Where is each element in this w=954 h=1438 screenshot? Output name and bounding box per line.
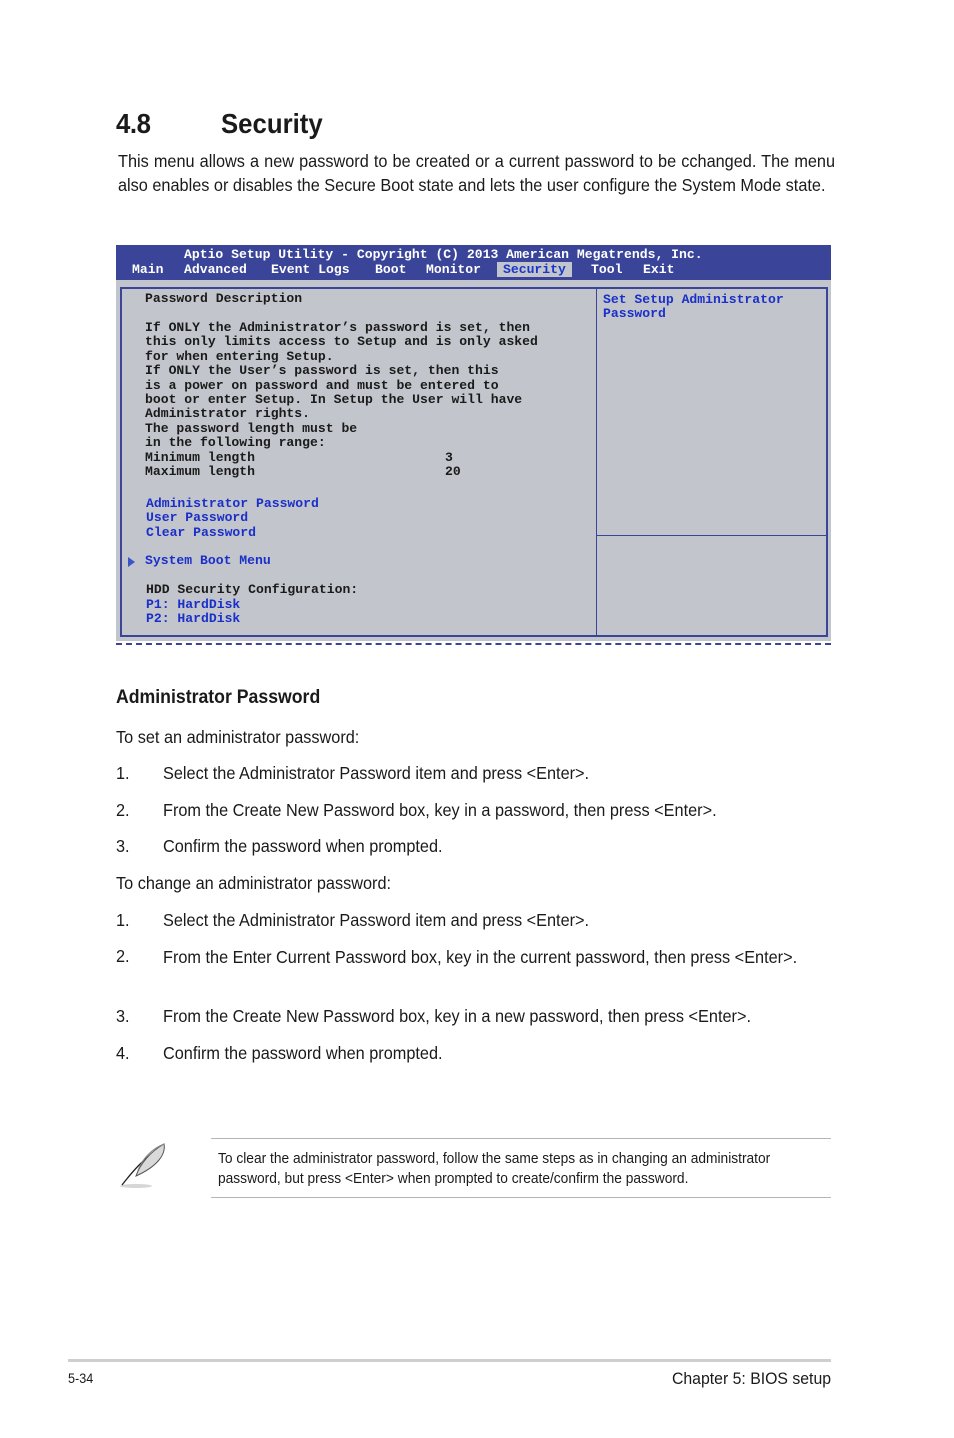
section-title: Security xyxy=(221,108,323,139)
tab-event-logs[interactable]: Event Logs xyxy=(271,262,350,277)
system-boot-menu-item[interactable]: System Boot Menu xyxy=(145,553,271,568)
tab-tool[interactable]: Tool xyxy=(591,262,622,277)
description-line: for when entering Setup. xyxy=(145,348,334,364)
password-description: If ONLY the Administrator’s password is … xyxy=(145,320,538,451)
change-step: From the Create New Password box, key in… xyxy=(163,1006,751,1026)
page-number: 5-34 xyxy=(68,1370,94,1386)
chapter-label: Chapter 5: BIOS setup xyxy=(671,1369,831,1388)
description-line: in the following range: xyxy=(145,435,326,451)
footer-rule xyxy=(68,1359,831,1362)
step-number: 1. xyxy=(116,910,130,930)
change-intro: To change an administrator password: xyxy=(116,873,392,893)
section-intro: This menu allows a new password to be cr… xyxy=(118,151,836,195)
step-number: 1. xyxy=(116,763,130,783)
set-intro: To set an administrator password: xyxy=(116,727,360,747)
description-line: If ONLY the Administrator’s password is … xyxy=(145,320,531,335)
max-length-label: Maximum length xyxy=(145,464,256,479)
description-line: this only limits access to Setup and is … xyxy=(145,334,538,350)
max-length-value: 20 xyxy=(445,464,461,479)
set-step: Select the Administrator Password item a… xyxy=(163,763,590,783)
screen-continuation-divider xyxy=(116,643,831,645)
tab-advanced[interactable]: Advanced xyxy=(184,262,247,277)
hdd-p2-item[interactable]: P2: HardDisk xyxy=(146,611,240,626)
tab-security[interactable]: Security xyxy=(497,262,572,277)
bios-title: Aptio Setup Utility - Copyright (C) 2013… xyxy=(184,247,703,262)
password-description-heading: Password Description xyxy=(145,291,303,306)
tab-boot[interactable]: Boot xyxy=(375,262,406,277)
description-line: The password length must be xyxy=(145,420,358,436)
note-top-rule xyxy=(211,1138,831,1139)
change-step: Select the Administrator Password item a… xyxy=(163,910,590,930)
user-password-item[interactable]: User Password xyxy=(146,510,248,525)
tab-main[interactable]: Main xyxy=(132,262,163,277)
admin-password-heading: Administrator Password xyxy=(116,687,321,708)
clear-password-item[interactable]: Clear Password xyxy=(146,525,256,540)
submenu-arrow-icon xyxy=(128,557,135,567)
tab-monitor[interactable]: Monitor xyxy=(426,262,481,277)
description-line: boot or enter Setup. In Setup the User w… xyxy=(145,392,523,408)
step-number: 3. xyxy=(116,836,130,856)
help-text-line: Password xyxy=(603,306,666,321)
description-line: is a power on password and must be enter… xyxy=(145,377,499,393)
description-line: If ONLY the User’s password is set, then… xyxy=(145,363,499,379)
set-step: Confirm the password when prompted. xyxy=(163,836,443,856)
tab-exit[interactable]: Exit xyxy=(643,262,674,277)
bios-help-panel xyxy=(597,287,828,637)
feather-pen-icon xyxy=(114,1140,170,1190)
help-panel-separator xyxy=(597,535,828,536)
note-text: To clear the administrator password, fol… xyxy=(218,1151,771,1187)
bios-header-bar: Aptio Setup Utility - Copyright (C) 2013… xyxy=(116,245,831,280)
step-number: 2. xyxy=(116,800,130,820)
step-number: 2. xyxy=(116,946,130,966)
change-step: From the Enter Current Password box, key… xyxy=(163,947,798,967)
description-line: Administrator rights. xyxy=(145,406,311,422)
step-number: 3. xyxy=(116,1006,130,1026)
set-step: From the Create New Password box, key in… xyxy=(163,800,717,820)
step-number: 4. xyxy=(116,1043,130,1063)
section-number: 4.8 xyxy=(116,108,151,139)
change-step: Confirm the password when prompted. xyxy=(163,1043,443,1063)
bios-screen: Aptio Setup Utility - Copyright (C) 2013… xyxy=(116,245,831,641)
note-bottom-rule xyxy=(211,1197,831,1198)
hdd-security-heading: HDD Security Configuration: xyxy=(146,582,359,597)
